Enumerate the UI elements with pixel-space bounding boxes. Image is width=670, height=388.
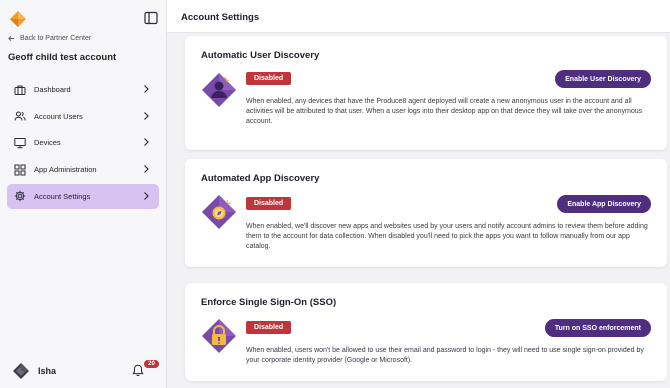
sidebar-item-account-users[interactable]: Account Users (7, 104, 159, 129)
sidebar-item-label: Devices (34, 138, 61, 148)
app-discovery-icon (202, 195, 236, 229)
gear-icon (14, 190, 26, 202)
account-name: Geoff child test account (8, 52, 117, 63)
user-name: Isha (38, 366, 57, 376)
chevron-right-icon (144, 191, 149, 200)
sidebar-item-account-settings[interactable]: Account Settings (7, 183, 159, 209)
card-title: Automatic User Discovery (201, 50, 320, 61)
avatar (13, 363, 29, 379)
chevron-right-icon (144, 165, 149, 173)
top-bar: Account Settings (167, 0, 670, 33)
sidebar-item-label: Account Users (34, 111, 83, 121)
card-description: When enabled, we'll discover new apps an… (246, 223, 648, 251)
briefcase-icon (14, 84, 26, 96)
back-to-partner-center-link[interactable]: Back to Partner Center (8, 35, 91, 42)
card-title: Automated App Discovery (201, 173, 320, 184)
users-icon (14, 110, 26, 122)
produce8-logo-icon[interactable] (10, 11, 26, 27)
sidebar-item-app-administration[interactable]: App Administration (7, 157, 159, 182)
arrow-left-icon (8, 36, 15, 41)
monitor-icon (14, 137, 26, 149)
chevron-right-icon (144, 138, 149, 147)
turn-on-sso-button[interactable]: Turn on SSO enforcement (544, 319, 651, 337)
user-profile[interactable]: Isha (13, 363, 56, 379)
grid-icon (14, 164, 26, 176)
page-title: Account Settings (181, 12, 260, 23)
sidebar-item-devices[interactable]: Devices (7, 130, 159, 155)
status-badge: Disabled (246, 72, 292, 85)
card-description: When enabled, any devices that have the … (246, 98, 643, 126)
sidebar-item-label: Dashboard (34, 85, 71, 94)
sidebar-nav: Dashboard Account Users Devices App Admi… (7, 77, 159, 210)
card-description: When enabled, users won't be allowed to … (246, 347, 644, 365)
notification-count-badge: 20 (144, 360, 159, 368)
back-link-label: Back to Partner Center (20, 35, 92, 42)
status-badge: Disabled (246, 197, 292, 210)
main-content: Account Settings Automatic User Discover… (167, 0, 670, 388)
sidebar-toggle-icon[interactable] (144, 11, 158, 25)
sidebar-item-label: App Administration (34, 165, 97, 175)
app-discovery-card: Automated App Discovery Disabled Enable … (185, 159, 667, 267)
bell-icon[interactable] (132, 364, 144, 377)
sidebar-item-dashboard[interactable]: Dashboard (7, 77, 159, 102)
sso-card: Enforce Single Sign-On (SSO) Disabled Tu… (185, 283, 667, 381)
sidebar-item-label: Account Settings (34, 191, 91, 201)
lock-icon (202, 319, 236, 353)
chevron-right-icon (144, 111, 149, 120)
card-title: Enforce Single Sign-On (SSO) (201, 297, 337, 308)
enable-app-discovery-button[interactable]: Enable App Discovery (557, 195, 651, 213)
status-badge: Disabled (246, 321, 292, 334)
user-discovery-icon (202, 73, 236, 107)
enable-user-discovery-button[interactable]: Enable User Discovery (555, 70, 651, 88)
user-discovery-card: Automatic User Discovery Disabled Enable… (185, 36, 667, 150)
chevron-right-icon (144, 85, 149, 93)
sidebar: Back to Partner Center Geoff child test … (0, 0, 167, 388)
